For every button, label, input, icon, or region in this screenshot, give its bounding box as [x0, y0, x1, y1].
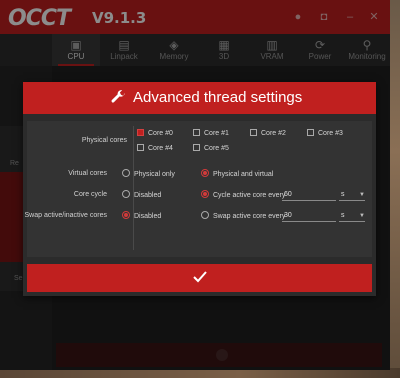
unit-value: s [341, 212, 345, 219]
checkbox-checked-icon [137, 128, 144, 136]
swap-unit-select[interactable]: s ▼ [339, 211, 365, 222]
core-1-checkbox[interactable]: Core #1 [193, 128, 229, 139]
swap-cores-label: Swap active/inactive cores [24, 212, 107, 219]
checkbox-label: Core #4 [148, 145, 173, 152]
core-cycle-seconds-input[interactable]: 60 [282, 190, 336, 201]
radio-label: Physical only [134, 171, 175, 178]
radio-label: Disabled [134, 192, 162, 199]
core-cycle-disabled-radio[interactable]: Disabled [122, 190, 162, 201]
radio-label: Disabled [134, 213, 162, 220]
core-4-checkbox[interactable]: Core #4 [137, 143, 173, 154]
radio-selected-icon [122, 211, 130, 220]
radio-icon [122, 190, 130, 199]
dialog-header: Advanced thread settings [23, 82, 376, 114]
radio-selected-icon [201, 190, 209, 199]
checkbox-icon [193, 128, 200, 136]
radio-icon [122, 169, 130, 178]
checkbox-label: Core #2 [261, 130, 286, 137]
app-window: OCCT V9.1.3 ● ◘ – ✕ ▣ CPU ▤ Linpack ◈ Me… [0, 0, 390, 370]
radio-label: Swap active core every [213, 213, 286, 220]
advanced-thread-settings-dialog: Advanced thread settings Physical cores … [23, 82, 376, 296]
physical-cores-label: Physical cores [81, 137, 127, 144]
core-2-checkbox[interactable]: Core #2 [250, 128, 286, 139]
core-cycle-unit-select[interactable]: s ▼ [339, 190, 365, 201]
core-0-checkbox[interactable]: Core #0 [137, 128, 173, 139]
chevron-down-icon: ▼ [359, 192, 365, 198]
swap-disabled-radio[interactable]: Disabled [122, 211, 162, 222]
virtual-cores-physical-only-radio[interactable]: Physical only [122, 169, 175, 180]
swap-seconds-input[interactable]: 30 [282, 211, 336, 222]
column-divider [133, 126, 134, 250]
dialog-title: Advanced thread settings [133, 89, 303, 106]
virtual-cores-physical-and-virtual-radio[interactable]: Physical and virtual [201, 169, 274, 180]
radio-label: Cycle active core every [213, 192, 286, 199]
radio-label: Physical and virtual [213, 171, 274, 178]
virtual-cores-label: Virtual cores [68, 170, 107, 177]
core-5-checkbox[interactable]: Core #5 [193, 143, 229, 154]
core-3-checkbox[interactable]: Core #3 [307, 128, 343, 139]
checkbox-label: Core #5 [204, 145, 229, 152]
checkbox-label: Core #3 [318, 130, 343, 137]
core-cycle-every-radio[interactable]: Cycle active core every [201, 190, 286, 201]
checkbox-icon [137, 143, 144, 151]
swap-every-radio[interactable]: Swap active core every [201, 211, 286, 222]
confirm-button[interactable] [27, 264, 372, 292]
checkbox-icon [250, 128, 257, 136]
wrench-icon [111, 90, 125, 103]
checkbox-icon [193, 143, 200, 151]
checkbox-icon [307, 128, 314, 136]
unit-value: s [341, 191, 345, 198]
checkbox-label: Core #1 [204, 130, 229, 137]
radio-selected-icon [201, 169, 209, 178]
checkmark-icon [193, 271, 207, 283]
radio-icon [201, 211, 209, 220]
chevron-down-icon: ▼ [359, 213, 365, 219]
checkbox-label: Core #0 [148, 130, 173, 137]
core-cycle-label: Core cycle [73, 191, 107, 198]
